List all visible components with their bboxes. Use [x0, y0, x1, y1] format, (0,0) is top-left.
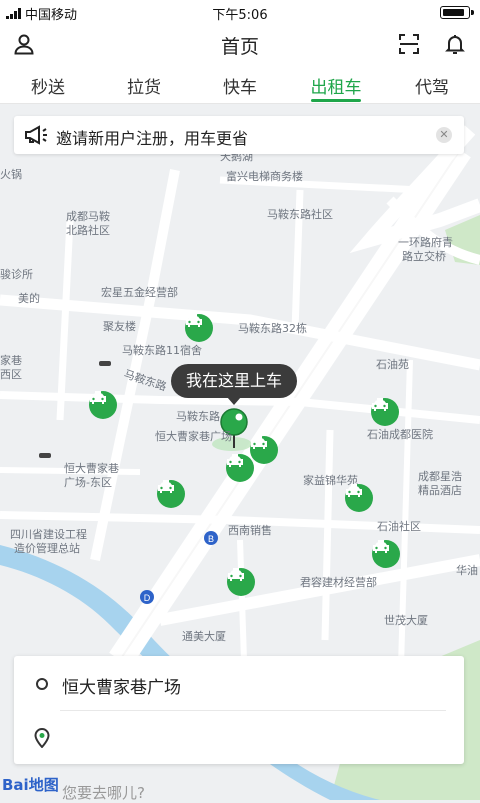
status-bar: 中国移动 下午5:06 [0, 0, 480, 24]
map-label: 广场-东区 [64, 476, 112, 489]
baidu-logo-text: Bai地图 [2, 776, 59, 794]
tab-miaosong[interactable]: 秒送 [0, 64, 96, 103]
origin-dot-icon [36, 678, 48, 690]
map-label: 世茂大厦 [384, 614, 428, 627]
app-header: 首页 [0, 24, 480, 64]
map-label: 北路社区 [66, 224, 110, 237]
service-tabs: 秒送 拉货 快车 出租车 代驾 [0, 64, 480, 104]
tab-lahuo[interactable]: 拉货 [96, 64, 192, 103]
destination-row[interactable]: 您要去哪儿? [14, 710, 464, 802]
status-time: 下午5:06 [212, 8, 268, 23]
taxi-icon [157, 480, 185, 508]
map-label: 石油苑 [376, 358, 409, 371]
tab-kuaiche[interactable]: 快车 [192, 64, 288, 103]
map-label: 通美大厦 [182, 630, 226, 643]
invite-banner[interactable]: 邀请新用户注册，用车更省 ✕ [14, 116, 464, 154]
map-label: 一环路府青 [398, 236, 453, 249]
destination-pin-icon [34, 727, 50, 752]
map-label: 家巷 [0, 354, 22, 367]
map-label: 恒大曹家巷 [64, 462, 119, 475]
map-label: 四川省建设工程 [10, 528, 87, 541]
svg-text:D: D [144, 593, 151, 603]
map-label: 宏星五金经营部 [101, 286, 178, 299]
map-label: 华油 [456, 564, 478, 577]
tab-daijia[interactable]: 代驾 [384, 64, 480, 103]
taxi-icon [250, 436, 278, 464]
battery-icon [440, 6, 474, 19]
map-label: 成都马鞍 [66, 210, 110, 223]
taxi-icon [226, 454, 254, 482]
map-label: 马鞍东路 [176, 410, 220, 423]
taxi-icon [345, 484, 373, 512]
map-label: 成都星浩 [418, 470, 462, 483]
scan-icon[interactable] [395, 30, 423, 58]
map-label: 聚友楼 [103, 320, 136, 333]
map-label: 骏诊所 [0, 268, 33, 281]
megaphone-icon [24, 125, 48, 149]
map-label: 西区 [0, 368, 22, 381]
pickup-address: 恒大曹家巷广场 [62, 678, 181, 698]
taxi-icon [371, 398, 399, 426]
tab-taxi[interactable]: 出租车 [288, 64, 384, 103]
map-label: 造价管理总站 [14, 542, 80, 555]
taxi-icon [227, 568, 255, 596]
map-label: 富兴电梯商务楼 [226, 170, 303, 183]
map-label: 石油成都医院 [367, 428, 433, 441]
route-panel: 恒大曹家巷广场 您要去哪儿? [14, 656, 464, 802]
map-label: 马鞍东路32栋 [238, 322, 307, 335]
invite-banner-text: 邀请新用户注册，用车更省 [56, 129, 249, 148]
map-label: 恒大曹家巷广场 [155, 430, 232, 443]
map-label: 马鞍东路社区 [267, 208, 333, 221]
map-label: 君容建材经营部 [300, 576, 377, 589]
map-label: 路立交桥 [402, 250, 446, 263]
pickup-location-bubble[interactable]: 我在这里上车 [171, 364, 297, 405]
map-label: 马鞍东路11宿舍 [122, 344, 202, 357]
taxi-icon [372, 540, 400, 568]
taxi-icon [185, 314, 213, 342]
baidu-map-logo: Bai地图 [2, 774, 59, 795]
map-label: 西南销售 [228, 524, 272, 537]
pickup-row[interactable]: 恒大曹家巷广场 [14, 656, 464, 710]
map-label: 精品酒店 [418, 484, 462, 497]
map-label: 石油社区 [377, 520, 421, 533]
close-icon[interactable]: ✕ [436, 127, 452, 143]
svg-text:B: B [208, 534, 214, 544]
map-label: 美的 [18, 292, 40, 305]
map-label: 火锅 [0, 168, 22, 181]
notification-bell-icon[interactable] [441, 30, 469, 58]
taxi-icon [89, 391, 117, 419]
